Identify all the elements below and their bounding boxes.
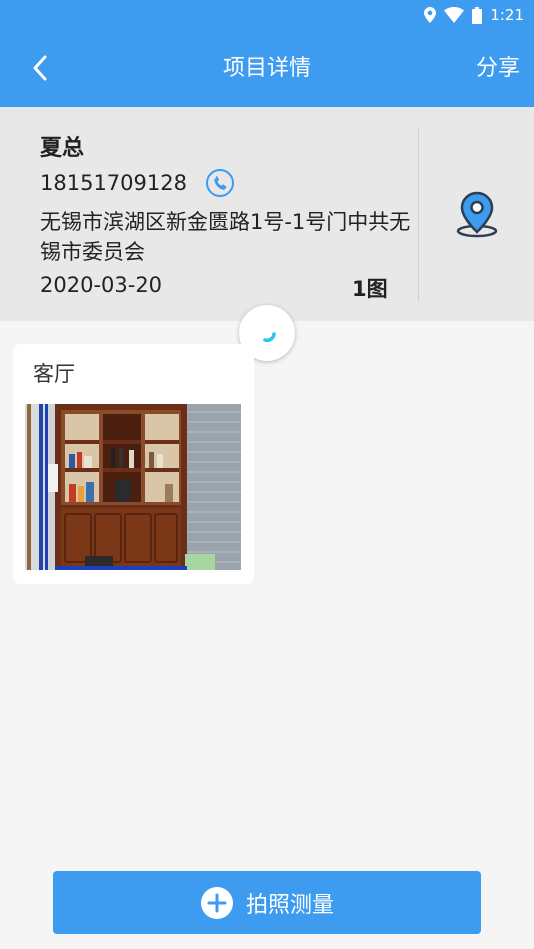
capture-measure-label: 拍照测量 <box>245 892 334 918</box>
plus-circle-icon <box>200 886 233 919</box>
share-button[interactable]: 分享 <box>476 30 520 107</box>
room-card-living-room[interactable]: 客厅 <box>13 344 254 584</box>
project-address: 无锡市滨湖区新金匮路1号-1号门中共无锡市委员会 <box>40 210 411 264</box>
project-info-card: 夏总 18151709128 无锡市滨湖区新金匮路1号-1号门中共无锡市委员会 … <box>0 107 534 321</box>
page-title: 项目详情 <box>222 56 311 81</box>
client-name: 夏总 <box>40 136 85 161</box>
room-photo[interactable] <box>25 404 241 570</box>
phone-row: 18151709128 <box>40 168 235 198</box>
project-date: 2020-03-20 <box>40 273 163 297</box>
phone-call-icon[interactable] <box>205 168 235 198</box>
app-bar: 项目详情 分享 <box>0 30 534 107</box>
location-status-icon <box>424 7 437 23</box>
capture-measure-button[interactable]: 拍照测量 <box>53 871 481 934</box>
divider <box>418 127 419 302</box>
status-bar: 1:21 <box>0 0 534 30</box>
image-count: 1图 <box>352 277 388 301</box>
spinner-arc-icon <box>263 332 276 343</box>
wifi-icon <box>444 7 465 23</box>
status-time: 1:21 <box>490 6 524 24</box>
room-name: 客厅 <box>33 362 75 386</box>
client-phone: 18151709128 <box>40 171 187 195</box>
battery-icon <box>472 6 483 24</box>
map-location-icon[interactable] <box>452 189 502 239</box>
